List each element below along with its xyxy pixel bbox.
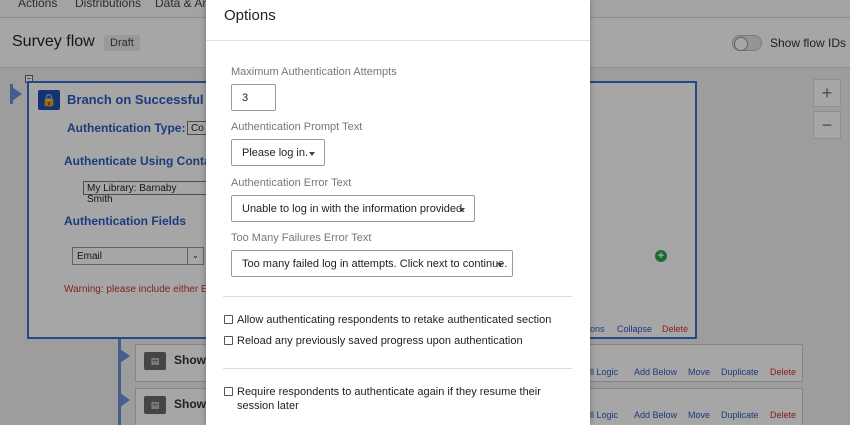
options-dialog: Options Maximum Authentication Attempts … (206, 0, 590, 425)
caret-down-icon (459, 208, 465, 212)
dialog-title: Options (224, 7, 276, 24)
retake-section-checkbox[interactable] (224, 315, 233, 324)
error-text-value: Unable to log in with the information pr… (242, 203, 466, 215)
reauthenticate-label: Require respondents to authenticate agai… (237, 386, 541, 412)
reload-progress-option: Reload any previously saved progress upo… (224, 335, 574, 350)
error-text-label: Authentication Error Text (231, 177, 352, 189)
retake-section-option: Allow authenticating respondents to reta… (224, 314, 574, 329)
failures-text-value: Too many failed log in attempts. Click n… (242, 258, 508, 270)
prompt-text-label: Authentication Prompt Text (231, 121, 363, 133)
retake-section-label: Allow authenticating respondents to reta… (237, 314, 552, 326)
prompt-text-dropdown[interactable]: Please log in. (231, 139, 325, 166)
divider (223, 368, 572, 369)
reload-progress-checkbox[interactable] (224, 336, 233, 345)
reload-progress-label: Reload any previously saved progress upo… (237, 335, 523, 347)
reauthenticate-checkbox[interactable] (224, 387, 233, 396)
failures-text-dropdown[interactable]: Too many failed log in attempts. Click n… (231, 250, 513, 277)
failures-text-label: Too Many Failures Error Text (231, 232, 372, 244)
caret-down-icon (309, 152, 315, 156)
caret-down-icon (497, 263, 503, 267)
error-text-dropdown[interactable]: Unable to log in with the information pr… (231, 195, 475, 222)
prompt-text-value: Please log in. (242, 147, 309, 159)
max-attempts-input[interactable]: 3 (231, 84, 276, 111)
divider (223, 296, 572, 297)
reauthenticate-option: Require respondents to authenticate agai… (224, 386, 574, 417)
max-attempts-label: Maximum Authentication Attempts (231, 66, 397, 78)
dialog-header: Options (206, 0, 590, 41)
